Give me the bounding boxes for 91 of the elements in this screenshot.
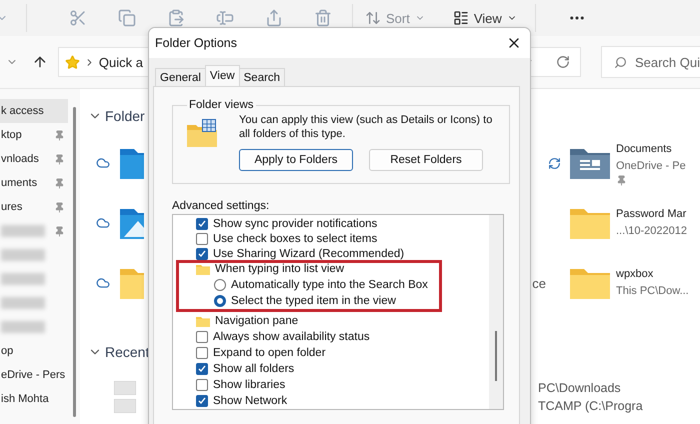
sidebar-item[interactable]: eDrive - Pers [0, 363, 68, 387]
blurred-label [1, 321, 45, 333]
section-title: Folder [105, 108, 145, 124]
scrollbar-thumb[interactable] [495, 331, 497, 381]
setting-label: Show libraries [213, 379, 286, 392]
sidebar-item[interactable]: ures [0, 195, 68, 219]
folder-name: wpxbox [616, 267, 654, 282]
pictures-folder-icon [120, 207, 144, 239]
file-location: TCAMP (C:\Progra [538, 399, 644, 413]
sidebar-label: ktop [1, 129, 22, 141]
folder-icon [196, 264, 210, 275]
blurred-label [1, 225, 45, 237]
setting-label: Select the typed item in the view [231, 295, 396, 308]
sync-icon [548, 156, 561, 170]
paste-icon[interactable] [167, 9, 185, 27]
sidebar-item[interactable]: uments [0, 171, 68, 195]
checkbox[interactable] [196, 363, 208, 376]
sidebar-label: ures [1, 201, 22, 213]
radio-button[interactable] [214, 295, 226, 308]
share-icon[interactable] [265, 9, 283, 27]
folder-grid-icon [187, 119, 217, 147]
setting-label: Use check boxes to select items [213, 233, 378, 245]
section-label: Advanced settings: [172, 200, 270, 212]
folder-location: This PC\Dow... [616, 284, 689, 299]
section-title: Recent [105, 344, 150, 360]
file-thumbnail [114, 399, 136, 413]
setting-label: Show Network [213, 395, 288, 408]
search-field[interactable]: Search Qui [600, 46, 700, 78]
delete-icon[interactable] [314, 9, 332, 27]
checkbox[interactable] [196, 248, 208, 260]
setting-label: Use Sharing Wizard (Recommended) [213, 248, 404, 260]
checkbox[interactable] [196, 331, 208, 344]
sidebar-label: op [1, 345, 14, 357]
setting-group-label: When typing into list view [215, 263, 344, 276]
folder-location: OneDrive - Pe [616, 158, 686, 174]
sidebar-label: uments [1, 177, 38, 189]
refresh-icon[interactable] [556, 55, 570, 69]
search-icon [614, 56, 627, 68]
setting-label: Show sync provider notifications [213, 218, 378, 230]
checkbox[interactable] [196, 233, 208, 245]
sidebar-item[interactable]: k access [0, 99, 68, 123]
sidebar-label: vnloads [1, 153, 39, 165]
dialog-button[interactable]: Apply to Folders [239, 149, 353, 171]
blurred-label [1, 297, 45, 309]
file-thumbnail [114, 381, 136, 395]
sidebar-label: ish Mohta [1, 393, 49, 405]
folder-name: Password Mar [616, 207, 687, 222]
cloud-icon [96, 216, 110, 230]
view-button[interactable]: View [452, 10, 517, 26]
star-icon [64, 54, 80, 70]
folder-location: ...\10-2022012 [616, 224, 687, 239]
file-location: PC\Downloads [538, 381, 622, 395]
setting-label: Expand to open folder [213, 347, 326, 360]
setting-label: Show all folders [213, 363, 294, 376]
blurred-label [1, 249, 45, 261]
tab[interactable]: General [155, 68, 206, 86]
checkbox[interactable] [196, 395, 208, 408]
sidebar-item[interactable]: ktop [0, 123, 68, 147]
blurred-label [1, 273, 45, 285]
cloud-icon [96, 276, 110, 290]
sidebar-item[interactable]: ish Mohta [0, 387, 68, 411]
checkbox[interactable] [196, 218, 208, 230]
sidebar-label: k access [1, 105, 44, 117]
sidebar-item[interactable]: op [0, 339, 68, 363]
folder-name: Documents [616, 142, 673, 156]
setting-label: Always show availability status [213, 331, 370, 344]
scrollbar-thumb[interactable] [72, 107, 76, 417]
checkbox[interactable] [196, 379, 208, 392]
documents-folder-icon [570, 147, 610, 179]
sidebar-item[interactable]: vnloads [0, 147, 68, 171]
radio-button[interactable] [214, 279, 226, 292]
tab[interactable]: View [204, 65, 240, 86]
folder-icon [120, 267, 144, 299]
sort-icon [365, 10, 381, 26]
setting-group-label: Navigation pane [215, 315, 298, 328]
cloud-icon [96, 156, 110, 170]
sidebar-label: eDrive - Pers [1, 369, 66, 381]
setting-label: Automatically type into the Search Box [231, 279, 428, 292]
folder-icon [120, 147, 144, 179]
folder-icon [570, 267, 610, 299]
checkbox[interactable] [196, 347, 208, 360]
dialog-button[interactable]: Reset Folders [369, 149, 483, 171]
list-icon [452, 10, 469, 26]
folder-location: ce [532, 276, 546, 290]
folder-icon [570, 207, 610, 239]
description-text: You can apply this view (such as Details or Icons) to all folders of this type. [239, 113, 494, 141]
window-title: Folder Options [155, 36, 237, 50]
up-arrow-icon[interactable] [32, 54, 48, 70]
tab[interactable]: Search [238, 68, 286, 86]
folder-icon [196, 316, 210, 327]
group-title: Folder views [188, 99, 255, 111]
